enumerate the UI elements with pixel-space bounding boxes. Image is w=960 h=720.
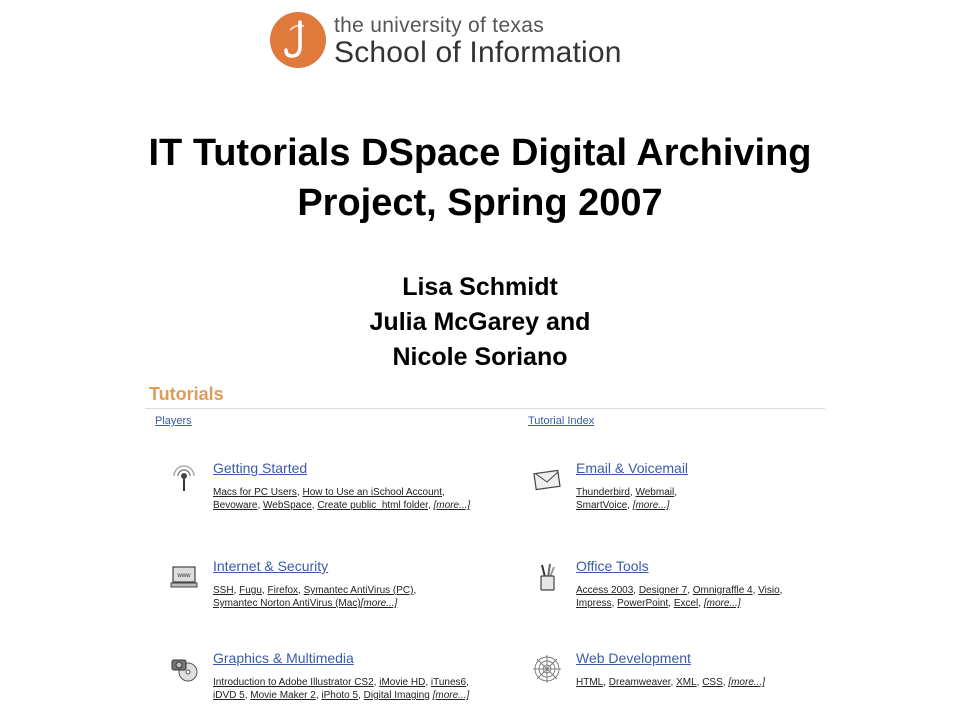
- tutorial-link[interactable]: Digital Imaging: [364, 690, 430, 701]
- pencil-cup-icon: [532, 562, 562, 592]
- ischool-logo: the university of texas School of Inform…: [270, 12, 670, 69]
- tutorial-link[interactable]: iMovie HD: [379, 677, 425, 688]
- players-link[interactable]: Players: [155, 415, 192, 427]
- web-development-items: HTML, Dreamweaver, XML, CSS, [more...]: [576, 677, 765, 688]
- more-link[interactable]: [more...]: [361, 598, 398, 609]
- office-tools-link[interactable]: Office Tools: [576, 558, 649, 574]
- tutorials-screenshot: Tutorials Players Tutorial Index Getting…: [145, 384, 825, 720]
- author-line: Nicole Soriano: [392, 343, 568, 371]
- svg-text:www: www: [177, 573, 192, 579]
- slide-title: IT Tutorials DSpace Digital Archiving Pr…: [0, 128, 960, 228]
- tutorial-link[interactable]: Dreamweaver: [609, 677, 671, 688]
- tutorial-link[interactable]: Thunderbird: [576, 487, 630, 498]
- tutorial-link[interactable]: Movie Maker 2: [250, 690, 316, 701]
- logo-school-text: School of Information: [334, 36, 622, 69]
- tutorial-link[interactable]: How to Use an iSchool Account: [302, 487, 442, 498]
- tutorial-link[interactable]: Firefox: [267, 585, 298, 596]
- ischool-logo-mark-icon: [270, 12, 326, 68]
- spider-web-icon: [532, 654, 562, 684]
- tutorial-link[interactable]: Bevoware: [213, 500, 257, 511]
- web-development-link[interactable]: Web Development: [576, 650, 691, 666]
- envelope-icon: [532, 464, 562, 494]
- tutorial-link[interactable]: HTML: [576, 677, 603, 688]
- tutorial-link[interactable]: Designer 7: [639, 585, 687, 596]
- podcast-icon: [169, 464, 199, 494]
- getting-started-link[interactable]: Getting Started: [213, 460, 307, 476]
- slide-title-line1: IT Tutorials DSpace Digital Archiving: [148, 132, 812, 174]
- email-voicemail-items: Thunderbird, Webmail, SmartVoice, [more.…: [576, 487, 677, 511]
- tutorial-link[interactable]: Introduction to Adobe Illustrator CS2: [213, 677, 374, 688]
- logo-university-text: the university of texas: [334, 14, 544, 37]
- computer-www-icon: www: [169, 562, 199, 592]
- graphics-multimedia-items: Introduction to Adobe Illustrator CS2, i…: [213, 677, 470, 701]
- slide-title-line2: Project, Spring 2007: [297, 182, 663, 224]
- tutorial-link[interactable]: Fugu: [239, 585, 262, 596]
- tutorial-link[interactable]: Symantec Norton AntiVirus (Mac): [213, 598, 361, 609]
- tutorial-link[interactable]: WebSpace: [263, 500, 312, 511]
- tutorial-link[interactable]: iPhoto 5: [321, 690, 358, 701]
- camera-disc-icon: [169, 654, 199, 684]
- divider: [145, 408, 825, 409]
- tutorial-link[interactable]: iTunes6: [431, 677, 466, 688]
- tutorial-link[interactable]: Visio: [758, 585, 780, 596]
- author-line: Lisa Schmidt: [402, 273, 558, 301]
- graphics-multimedia-link[interactable]: Graphics & Multimedia: [213, 650, 354, 666]
- tutorial-link[interactable]: Impress: [576, 598, 612, 609]
- email-voicemail-link[interactable]: Email & Voicemail: [576, 460, 688, 476]
- more-link[interactable]: [more...]: [434, 500, 471, 511]
- tutorial-link[interactable]: CSS: [702, 677, 723, 688]
- tutorial-link[interactable]: iDVD 5: [213, 690, 245, 701]
- tutorial-link[interactable]: Excel: [674, 598, 698, 609]
- internet-security-items: SSH, Fugu, Firefox, Symantec AntiVirus (…: [213, 585, 417, 609]
- office-tools-items: Access 2003, Designer 7, Omnigraffle 4, …: [576, 585, 783, 609]
- tutorial-link[interactable]: Create public_html folder: [317, 500, 428, 511]
- more-link[interactable]: [more...]: [728, 677, 765, 688]
- more-link[interactable]: [more...]: [433, 690, 470, 701]
- tutorials-heading: Tutorials: [149, 384, 224, 404]
- more-link[interactable]: [more...]: [633, 500, 670, 511]
- tutorial-link[interactable]: Symantec AntiVirus (PC): [304, 585, 414, 596]
- tutorial-link[interactable]: Webmail: [635, 487, 674, 498]
- tutorial-link[interactable]: Access 2003: [576, 585, 633, 596]
- tutorial-link[interactable]: PowerPoint: [617, 598, 668, 609]
- tutorial-link[interactable]: SmartVoice: [576, 500, 627, 511]
- getting-started-items: Macs for PC Users, How to Use an iSchool…: [213, 487, 471, 511]
- tutorial-link[interactable]: SSH: [213, 585, 234, 596]
- authors: Lisa Schmidt Julia McGarey and Nicole So…: [0, 270, 960, 375]
- tutorial-link[interactable]: XML: [676, 677, 697, 688]
- internet-security-link[interactable]: Internet & Security: [213, 558, 328, 574]
- tutorial-link[interactable]: Macs for PC Users: [213, 487, 297, 498]
- more-link[interactable]: [more...]: [704, 598, 741, 609]
- tutorial-link[interactable]: Omnigraffle 4: [693, 585, 753, 596]
- author-line: Julia McGarey and: [369, 308, 591, 336]
- tutorial-index-link[interactable]: Tutorial Index: [528, 415, 594, 427]
